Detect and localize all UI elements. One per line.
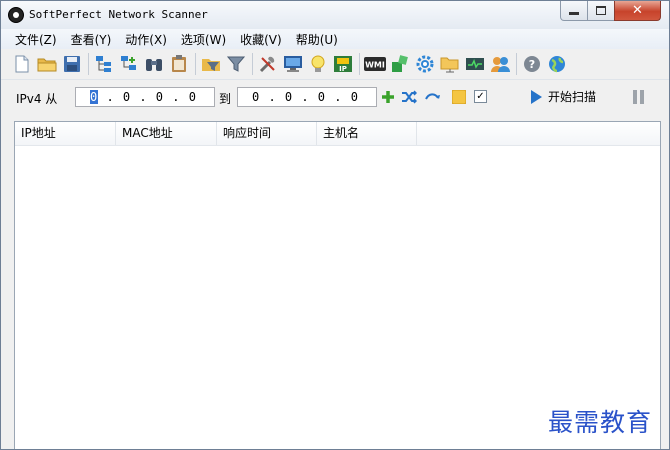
ip-label: IP xyxy=(339,65,347,73)
start-ip-input[interactable]: 0 . 0 . 0 . 0 xyxy=(75,87,215,107)
maximize-button[interactable] xyxy=(587,1,615,21)
expand-tree-icon[interactable] xyxy=(93,53,115,75)
shuffle-icon[interactable] xyxy=(401,89,417,105)
start-scan-label: 开始扫描 xyxy=(548,90,597,104)
play-icon xyxy=(531,89,542,104)
remote-computer-icon[interactable] xyxy=(282,53,304,75)
toolbar-separator xyxy=(252,53,253,75)
wmi-label: WMI xyxy=(365,61,385,70)
window-title: SoftPerfect Network Scanner xyxy=(29,8,208,21)
start-scan-button[interactable]: 开始扫描 xyxy=(531,88,596,105)
app-window: SoftPerfect Network Scanner ✕ 文件(Z) 查看(Y… xyxy=(0,0,670,450)
start-ip-value: 0 . 0 . 0 . 0 xyxy=(90,90,197,104)
column-response-time[interactable]: 响应时间 xyxy=(217,122,317,145)
open-folder-icon[interactable] xyxy=(36,53,58,75)
users-icon[interactable] xyxy=(489,53,511,75)
column-host-name[interactable]: 主机名 xyxy=(317,122,417,145)
watermark-text: 最需教育 xyxy=(548,408,653,437)
menu-actions[interactable]: 动作(X) xyxy=(125,31,167,48)
svg-text:?: ? xyxy=(529,58,535,71)
tools-icon[interactable] xyxy=(257,53,279,75)
network-monitor-icon[interactable] xyxy=(464,53,486,75)
table-header: IP地址 MAC地址 响应时间 主机名 xyxy=(15,122,660,146)
settings-gear-icon[interactable] xyxy=(414,53,436,75)
menu-help[interactable]: 帮助(U) xyxy=(296,31,338,48)
save-icon[interactable] xyxy=(61,53,83,75)
wmi-icon[interactable]: WMI xyxy=(364,53,386,75)
menu-file[interactable]: 文件(Z) xyxy=(15,31,57,48)
ip-address-icon[interactable]: IP xyxy=(332,53,354,75)
binoculars-icon[interactable] xyxy=(143,53,165,75)
pause-icon[interactable] xyxy=(632,90,645,104)
column-mac-address[interactable]: MAC地址 xyxy=(116,122,217,145)
close-button[interactable]: ✕ xyxy=(614,1,661,21)
registry-icon[interactable] xyxy=(389,53,411,75)
collapse-tree-icon[interactable] xyxy=(118,53,140,75)
new-document-icon[interactable] xyxy=(11,53,33,75)
clipboard-icon[interactable] xyxy=(168,53,190,75)
scan-option-checkbox[interactable]: ✓ xyxy=(474,90,487,103)
help-icon[interactable]: ? xyxy=(521,53,543,75)
menu-bookmarks[interactable]: 收藏(V) xyxy=(240,31,282,48)
minimize-icon xyxy=(569,12,579,15)
to-label: 到 xyxy=(219,92,232,106)
lightbulb-icon[interactable] xyxy=(307,53,329,75)
toolbar-separator xyxy=(195,53,196,75)
menu-options[interactable]: 选项(W) xyxy=(181,31,226,48)
toolbar: IP WMI ? xyxy=(1,49,669,80)
maximize-icon xyxy=(596,6,606,15)
toolbar-separator xyxy=(359,53,360,75)
results-table[interactable]: IP地址 MAC地址 响应时间 主机名 xyxy=(14,121,661,449)
minimize-button[interactable] xyxy=(560,1,588,21)
web-globe-icon[interactable] xyxy=(546,53,568,75)
ip-range-label: IPv4 从 xyxy=(16,92,58,106)
notes-icon[interactable] xyxy=(451,89,467,105)
close-icon: ✕ xyxy=(632,3,643,18)
add-range-icon[interactable] xyxy=(380,89,396,105)
app-icon xyxy=(8,7,24,23)
column-ip-address[interactable]: IP地址 xyxy=(15,122,116,145)
toolbar-separator xyxy=(88,53,89,75)
toolbar-separator xyxy=(516,53,517,75)
title-bar[interactable]: SoftPerfect Network Scanner ✕ xyxy=(1,1,669,30)
auto-detect-icon[interactable] xyxy=(425,89,441,105)
menu-bar: 文件(Z) 查看(Y) 动作(X) 选项(W) 收藏(V) 帮助(U) xyxy=(1,29,669,49)
end-ip-value: 0 . 0 . 0 . 0 xyxy=(252,90,359,104)
scan-range-row: IPv4 从 0 . 0 . 0 . 0 到 0 . 0 . 0 . 0 ✓ 开… xyxy=(1,81,669,113)
menu-view[interactable]: 查看(Y) xyxy=(71,31,112,48)
filter-funnel-icon[interactable] xyxy=(225,53,247,75)
shared-folder-icon[interactable] xyxy=(439,53,461,75)
end-ip-input[interactable]: 0 . 0 . 0 . 0 xyxy=(237,87,377,107)
filter-icon[interactable] xyxy=(200,53,222,75)
